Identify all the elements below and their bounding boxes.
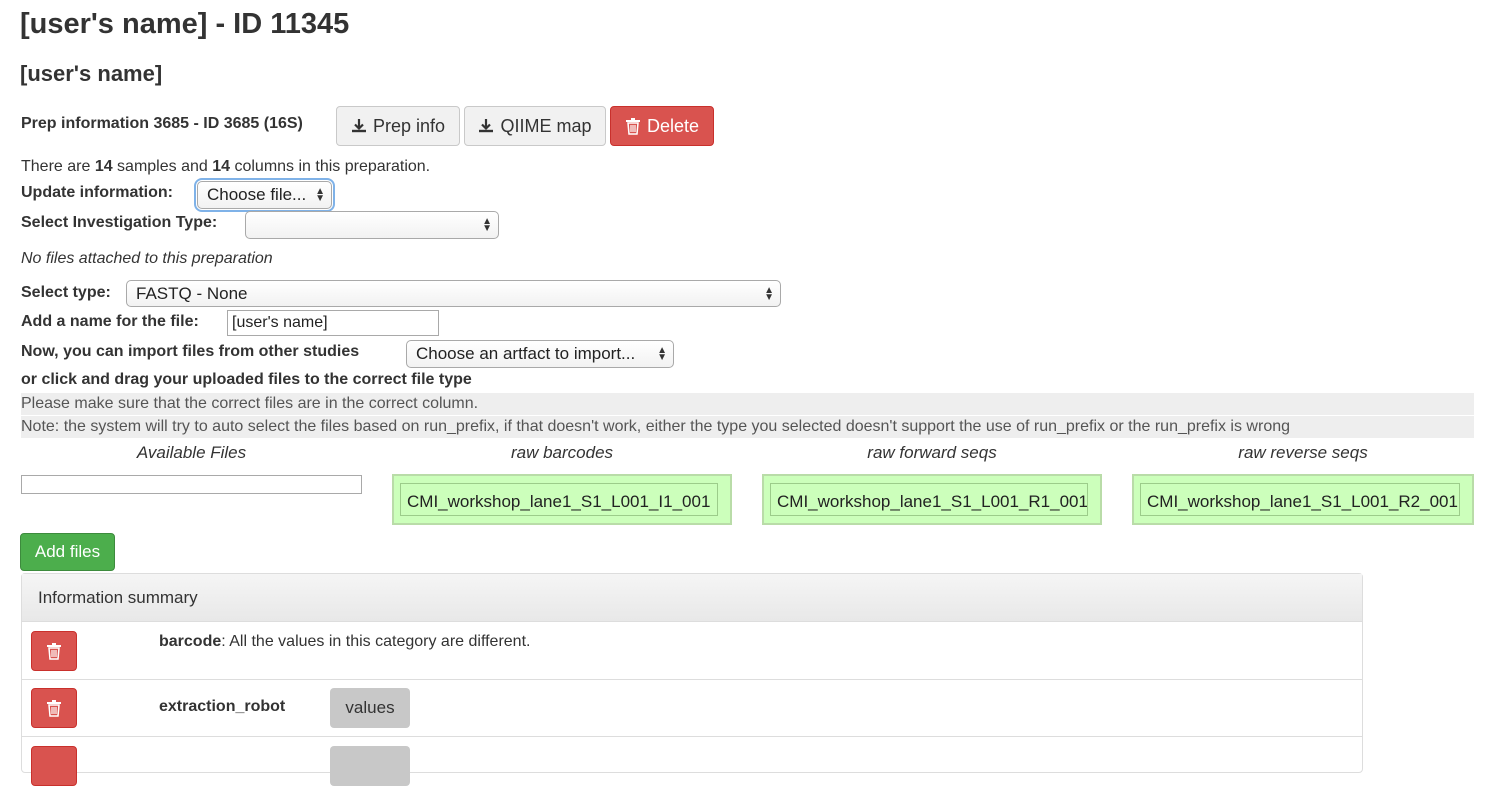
page-title: [user's name] - ID 11345	[20, 8, 350, 40]
note-correct-files: Please make sure that the correct files …	[21, 393, 1474, 415]
select-arrows-icon: ▲ ▼	[315, 186, 325, 204]
values-button[interactable]: values	[330, 688, 410, 728]
values-button[interactable]	[330, 746, 410, 786]
add-files-label: Add files	[34, 542, 101, 561]
select-type-label: Select type:	[21, 284, 111, 301]
raw-barcodes-heading: raw barcodes	[510, 443, 614, 462]
raw-forward-dropzone[interactable]: CMI_workshop_lane1_S1_L001_R1_001	[762, 474, 1102, 525]
no-files-message: No files attached to this preparation	[21, 250, 273, 267]
delete-category-button[interactable]	[31, 746, 77, 786]
note-auto-select: Note: the system will try to auto select…	[21, 416, 1474, 438]
trash-icon	[47, 699, 61, 717]
import-artifact-value: Choose an artfact to import...	[416, 344, 636, 363]
qiime-map-button-label: QIIME map	[500, 115, 592, 136]
prep-info-label: Prep information 3685 - ID 3685 (16S)	[21, 115, 303, 132]
file-name-label: Add a name for the file:	[21, 313, 199, 330]
category-description: : All the values in this category are di…	[221, 633, 531, 650]
prep-info-button-label: Prep info	[372, 115, 446, 136]
download-icon	[479, 119, 494, 133]
delete-category-button[interactable]	[31, 688, 77, 728]
download-icon	[351, 119, 366, 133]
file-type-select[interactable]: FASTQ - None ▲ ▼	[126, 280, 781, 307]
raw-reverse-heading: raw reverse seqs	[1238, 443, 1368, 462]
trash-icon	[47, 642, 61, 660]
available-files-list[interactable]	[21, 475, 362, 494]
columns-count: 14	[212, 158, 231, 175]
summary-text: There are	[21, 158, 95, 175]
select-arrows-icon: ▲ ▼	[482, 216, 492, 234]
summary-text: columns in this preparation.	[230, 158, 431, 175]
update-file-select[interactable]: Choose file... ▲ ▼	[194, 178, 335, 212]
information-summary-panel: Information summary barcode: All the val…	[21, 573, 1363, 786]
raw-forward-file[interactable]: CMI_workshop_lane1_S1_L001_R1_001	[770, 483, 1088, 516]
raw-barcodes-file[interactable]: CMI_workshop_lane1_S1_L001_I1_001	[400, 483, 718, 516]
page-subtitle: [user's name]	[20, 61, 163, 86]
add-files-button[interactable]: Add files	[20, 533, 115, 571]
prep-info-download-button[interactable]: Prep info	[336, 106, 460, 146]
raw-reverse-dropzone[interactable]: CMI_workshop_lane1_S1_L001_R2_001	[1132, 474, 1474, 525]
samples-count: 14	[94, 158, 113, 175]
qiime-map-download-button[interactable]: QIIME map	[464, 106, 606, 146]
samples-summary: There are 14 samples and 14 columns in t…	[21, 158, 430, 176]
category-name: barcode	[159, 633, 222, 650]
delete-prep-button[interactable]: Delete	[610, 106, 714, 146]
delete-button-label: Delete	[646, 115, 700, 136]
file-type-value: FASTQ - None	[136, 283, 248, 303]
file-name-value: [user's name]	[232, 314, 328, 331]
investigation-type-label: Select Investigation Type:	[21, 214, 218, 231]
row-divider	[22, 679, 1362, 680]
import-label: Now, you can import files from other stu…	[21, 343, 360, 360]
trash-icon	[625, 117, 640, 135]
summary-text: samples and	[112, 158, 213, 175]
update-information-label: Update information:	[21, 184, 173, 201]
file-name-input[interactable]: [user's name]	[227, 310, 439, 336]
delete-category-button[interactable]	[31, 631, 77, 671]
row-divider	[22, 736, 1362, 737]
drag-instruction: or click and drag your uploaded files to…	[21, 371, 472, 388]
available-files-heading: Available Files	[136, 443, 247, 462]
investigation-type-select[interactable]: ▲ ▼	[245, 211, 499, 239]
raw-barcodes-dropzone[interactable]: CMI_workshop_lane1_S1_L001_I1_001	[392, 474, 732, 525]
information-summary-heading: Information summary	[22, 574, 1362, 622]
select-arrows-icon: ▲ ▼	[657, 345, 667, 363]
import-artifact-select[interactable]: Choose an artfact to import... ▲ ▼	[406, 340, 674, 368]
category-row-barcode: barcode: All the values in this category…	[159, 633, 530, 651]
raw-reverse-file[interactable]: CMI_workshop_lane1_S1_L001_R2_001	[1140, 483, 1460, 516]
select-arrows-icon: ▲ ▼	[764, 284, 774, 303]
category-row-extraction-robot: extraction_robot	[159, 698, 285, 716]
update-file-select-value: Choose file...	[207, 185, 307, 204]
category-name: extraction_robot	[159, 698, 286, 715]
raw-forward-heading: raw forward seqs	[867, 443, 997, 462]
